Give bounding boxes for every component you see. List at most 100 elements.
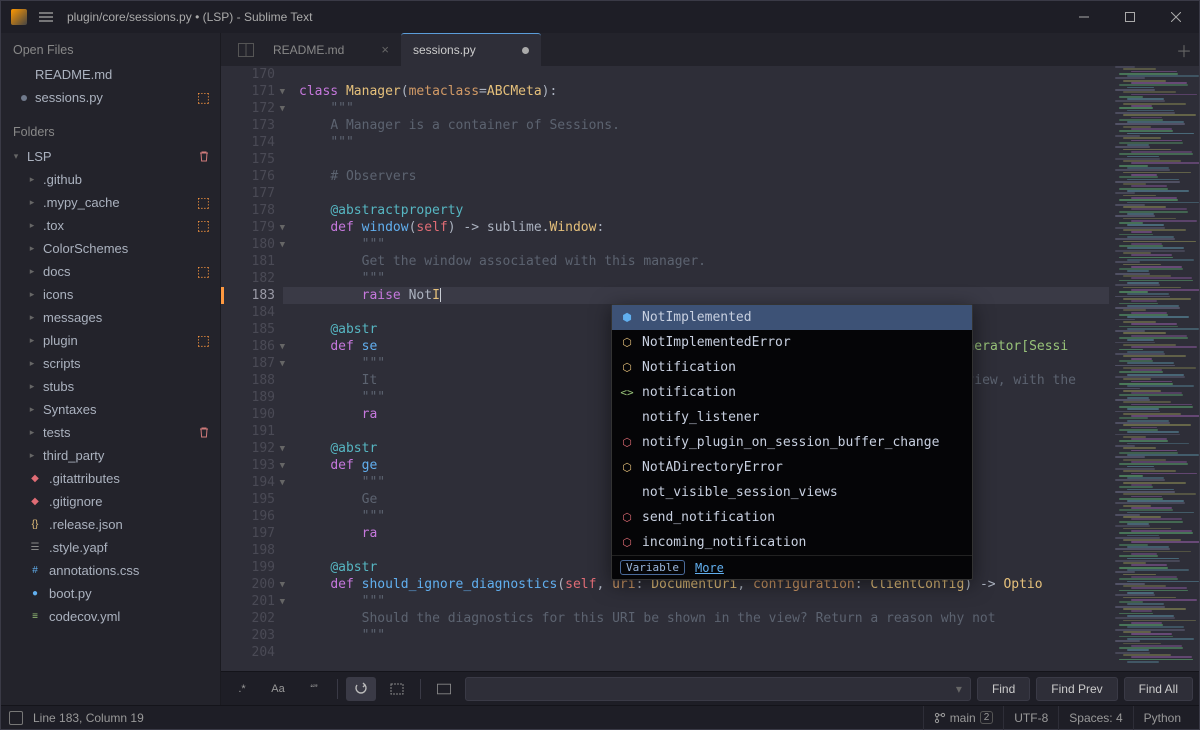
fold-icon[interactable]: ▼ (280, 577, 285, 594)
code-line[interactable]: """ (299, 627, 1109, 644)
autocomplete-footer: Variable More (612, 555, 972, 579)
code-line[interactable]: """ (299, 593, 1109, 610)
folder-item[interactable]: ▸tests (1, 421, 220, 444)
case-sensitive-toggle[interactable]: Aa (263, 677, 293, 701)
find-all-button[interactable]: Find All (1124, 677, 1193, 701)
file-item[interactable]: {}.release.json (1, 513, 220, 536)
window-minimize-button[interactable] (1061, 1, 1107, 33)
file-item[interactable]: ☰.style.yapf (1, 536, 220, 559)
code-line[interactable]: class Manager(metaclass=ABCMeta): (299, 83, 1109, 100)
layout-icon[interactable] (231, 33, 261, 66)
code-line[interactable] (299, 66, 1109, 83)
find-button[interactable]: Find (977, 677, 1030, 701)
code-line[interactable]: """ (299, 134, 1109, 151)
folder-item[interactable]: ▸Syntaxes (1, 398, 220, 421)
file-item[interactable]: ◆.gitattributes (1, 467, 220, 490)
new-tab-button[interactable]: ＋ (1169, 33, 1199, 66)
autocomplete-item[interactable]: ⬢NotImplemented (612, 305, 972, 330)
window-close-button[interactable] (1153, 1, 1199, 33)
find-prev-button[interactable]: Find Prev (1036, 677, 1117, 701)
folder-item[interactable]: ▸messages (1, 306, 220, 329)
status-indentation[interactable]: Spaces: 4 (1058, 706, 1132, 730)
code-line[interactable]: def window(self) -> sublime.Window: (299, 219, 1109, 236)
code-line[interactable]: # Observers (299, 168, 1109, 185)
autocomplete-item[interactable]: <>notification (612, 380, 972, 405)
autocomplete-item[interactable]: not_visible_session_views (612, 480, 972, 505)
file-item[interactable]: ≡codecov.yml (1, 605, 220, 628)
editor-tab[interactable]: sessions.py (401, 33, 541, 66)
open-file-label: README.md (35, 67, 210, 82)
line-number: 189 (221, 389, 275, 406)
open-file-item[interactable]: sessions.py⬚ (1, 86, 220, 109)
code-line[interactable]: raise NotI (283, 287, 1109, 304)
code-line[interactable]: A Manager is a container of Sessions. (299, 117, 1109, 134)
tree-item-label: ColorSchemes (43, 241, 210, 256)
fold-icon[interactable]: ▼ (280, 84, 285, 101)
autocomplete-item[interactable]: ⬡notify_plugin_on_session_buffer_change (612, 430, 972, 455)
fold-icon[interactable]: ▼ (280, 356, 285, 373)
code-line[interactable]: Get the window associated with this mana… (299, 253, 1109, 270)
fold-icon[interactable]: ▼ (280, 458, 285, 475)
in-selection-toggle[interactable] (382, 677, 412, 701)
window-maximize-button[interactable] (1107, 1, 1153, 33)
code-line[interactable]: @abstractproperty (299, 202, 1109, 219)
status-git-branch[interactable]: main 2 (923, 706, 1004, 730)
wrap-toggle[interactable] (346, 677, 376, 701)
regex-toggle[interactable]: .* (227, 677, 257, 701)
code-line[interactable]: Should the diagnostics for this URI be s… (299, 610, 1109, 627)
autocomplete-item[interactable]: ⬡Notification (612, 355, 972, 380)
autocomplete-item[interactable]: notify_listener (612, 405, 972, 430)
folder-item[interactable]: ▸third_party (1, 444, 220, 467)
trash-icon[interactable] (198, 150, 210, 163)
autocomplete-item[interactable]: ⬡NotADirectoryError (612, 455, 972, 480)
file-item[interactable]: ●boot.py (1, 582, 220, 605)
fold-icon[interactable]: ▼ (280, 237, 285, 254)
fold-icon[interactable]: ▼ (280, 594, 285, 611)
console-panel-icon[interactable] (9, 711, 23, 725)
line-number: 181 (221, 253, 275, 270)
fold-icon[interactable]: ▼ (280, 475, 285, 492)
folder-item[interactable]: ▸.tox⬚ (1, 214, 220, 237)
file-item[interactable]: ◆.gitignore (1, 490, 220, 513)
status-syntax[interactable]: Python (1133, 706, 1191, 730)
modified-badge-icon: ⬚ (197, 263, 210, 280)
highlight-toggle[interactable] (429, 677, 459, 701)
find-history-dropdown-icon[interactable]: ▾ (956, 682, 962, 696)
hamburger-menu-icon[interactable] (39, 11, 53, 23)
folder-item[interactable]: ▸scripts (1, 352, 220, 375)
folder-item[interactable]: ▸docs⬚ (1, 260, 220, 283)
folder-root[interactable]: ▾ LSP (1, 145, 220, 168)
fold-icon[interactable]: ▼ (280, 339, 285, 356)
folder-item[interactable]: ▸.mypy_cache⬚ (1, 191, 220, 214)
find-input[interactable]: ▾ (465, 677, 971, 701)
folder-item[interactable]: ▸plugin⬚ (1, 329, 220, 352)
fold-icon[interactable]: ▼ (280, 101, 285, 118)
folder-item[interactable]: ▸.github (1, 168, 220, 191)
minimap[interactable] (1109, 66, 1199, 671)
status-encoding[interactable]: UTF-8 (1003, 706, 1058, 730)
autocomplete-more-link[interactable]: More (695, 561, 724, 575)
fold-icon[interactable]: ▼ (280, 220, 285, 237)
code-line[interactable] (299, 151, 1109, 168)
code-line[interactable] (299, 185, 1109, 202)
code-line[interactable]: """ (299, 100, 1109, 117)
autocomplete-item[interactable]: ⬡incoming_notification (612, 530, 972, 555)
trash-icon[interactable] (198, 426, 210, 439)
close-tab-icon[interactable]: × (381, 42, 389, 57)
autocomplete-popup[interactable]: ⬢NotImplemented⬡NotImplementedError⬡Noti… (611, 304, 973, 580)
folder-item[interactable]: ▸stubs (1, 375, 220, 398)
fold-icon[interactable]: ▼ (280, 441, 285, 458)
code-line[interactable]: """ (299, 270, 1109, 287)
file-item[interactable]: #annotations.css (1, 559, 220, 582)
code-line[interactable]: """ (299, 236, 1109, 253)
folder-item[interactable]: ▸icons (1, 283, 220, 306)
editor-tab[interactable]: README.md× (261, 33, 401, 66)
tree-item-label: Syntaxes (43, 402, 210, 417)
completion-kind-icon (620, 486, 634, 500)
code-line[interactable] (299, 644, 1109, 661)
open-file-item[interactable]: README.md (1, 63, 220, 86)
folder-item[interactable]: ▸ColorSchemes (1, 237, 220, 260)
autocomplete-item[interactable]: ⬡NotImplementedError (612, 330, 972, 355)
autocomplete-item[interactable]: ⬡send_notification (612, 505, 972, 530)
whole-word-toggle[interactable]: “” (299, 677, 329, 701)
